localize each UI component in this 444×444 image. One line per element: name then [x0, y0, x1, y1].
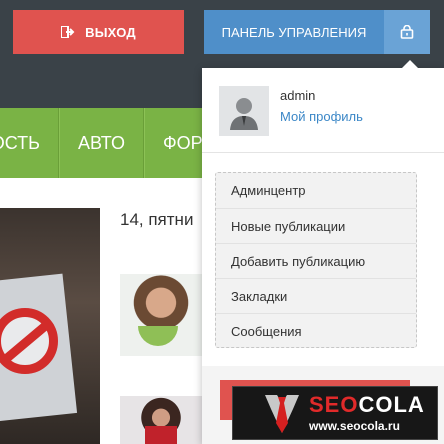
dress-shape [145, 426, 177, 444]
avatar[interactable] [219, 86, 269, 136]
lock-toggle-button[interactable] [384, 10, 430, 54]
date-heading: 14, пятни [120, 210, 194, 229]
menu-item-admincenter[interactable]: Админцентр [216, 173, 416, 208]
logout-label: ВЫХОД [85, 24, 136, 40]
watermark-brand: SEOCOLA [309, 392, 425, 418]
featured-image[interactable] [0, 208, 100, 444]
lock-icon [400, 25, 414, 39]
control-panel-button[interactable]: ПАНЕЛЬ УПРАВЛЕНИЯ [204, 10, 384, 54]
user-menu: Админцентр Новые публикации Добавить пуб… [215, 172, 417, 348]
my-profile-link[interactable]: Мой профиль [280, 109, 363, 124]
watermark-url: www.seocola.ru [309, 419, 400, 433]
nav-item-label: ОСТЬ [0, 132, 40, 153]
nav-item-auto[interactable]: АВТО [59, 108, 144, 178]
article-thumbnail[interactable] [120, 396, 202, 444]
menu-item-messages[interactable]: Сообщения [216, 313, 416, 348]
username: admin [280, 88, 316, 103]
nav-item-1[interactable]: ОСТЬ [0, 108, 59, 178]
seocola-watermark: SEOCOLA www.seocola.ru [232, 386, 438, 440]
menu-item-bookmarks[interactable]: Закладки [216, 278, 416, 313]
brand-seo: SEO [309, 392, 359, 417]
logout-button[interactable]: ВЫХОД [13, 10, 184, 54]
menu-item-new-publications[interactable]: Новые публикации [216, 208, 416, 243]
user-silhouette-icon [219, 86, 269, 136]
dropdown-caret [402, 60, 418, 68]
salad-shape [138, 326, 178, 346]
control-panel-label: ПАНЕЛЬ УПРАВЛЕНИЯ [221, 24, 367, 40]
tie-logo-icon [265, 395, 299, 433]
sign-out-icon [61, 26, 75, 38]
divider [202, 152, 444, 153]
menu-item-add-publication[interactable]: Добавить публикацию [216, 243, 416, 278]
nav-item-label: АВТО [78, 132, 125, 153]
article-thumbnail[interactable] [120, 274, 202, 356]
brand-cola: COLA [358, 392, 425, 417]
